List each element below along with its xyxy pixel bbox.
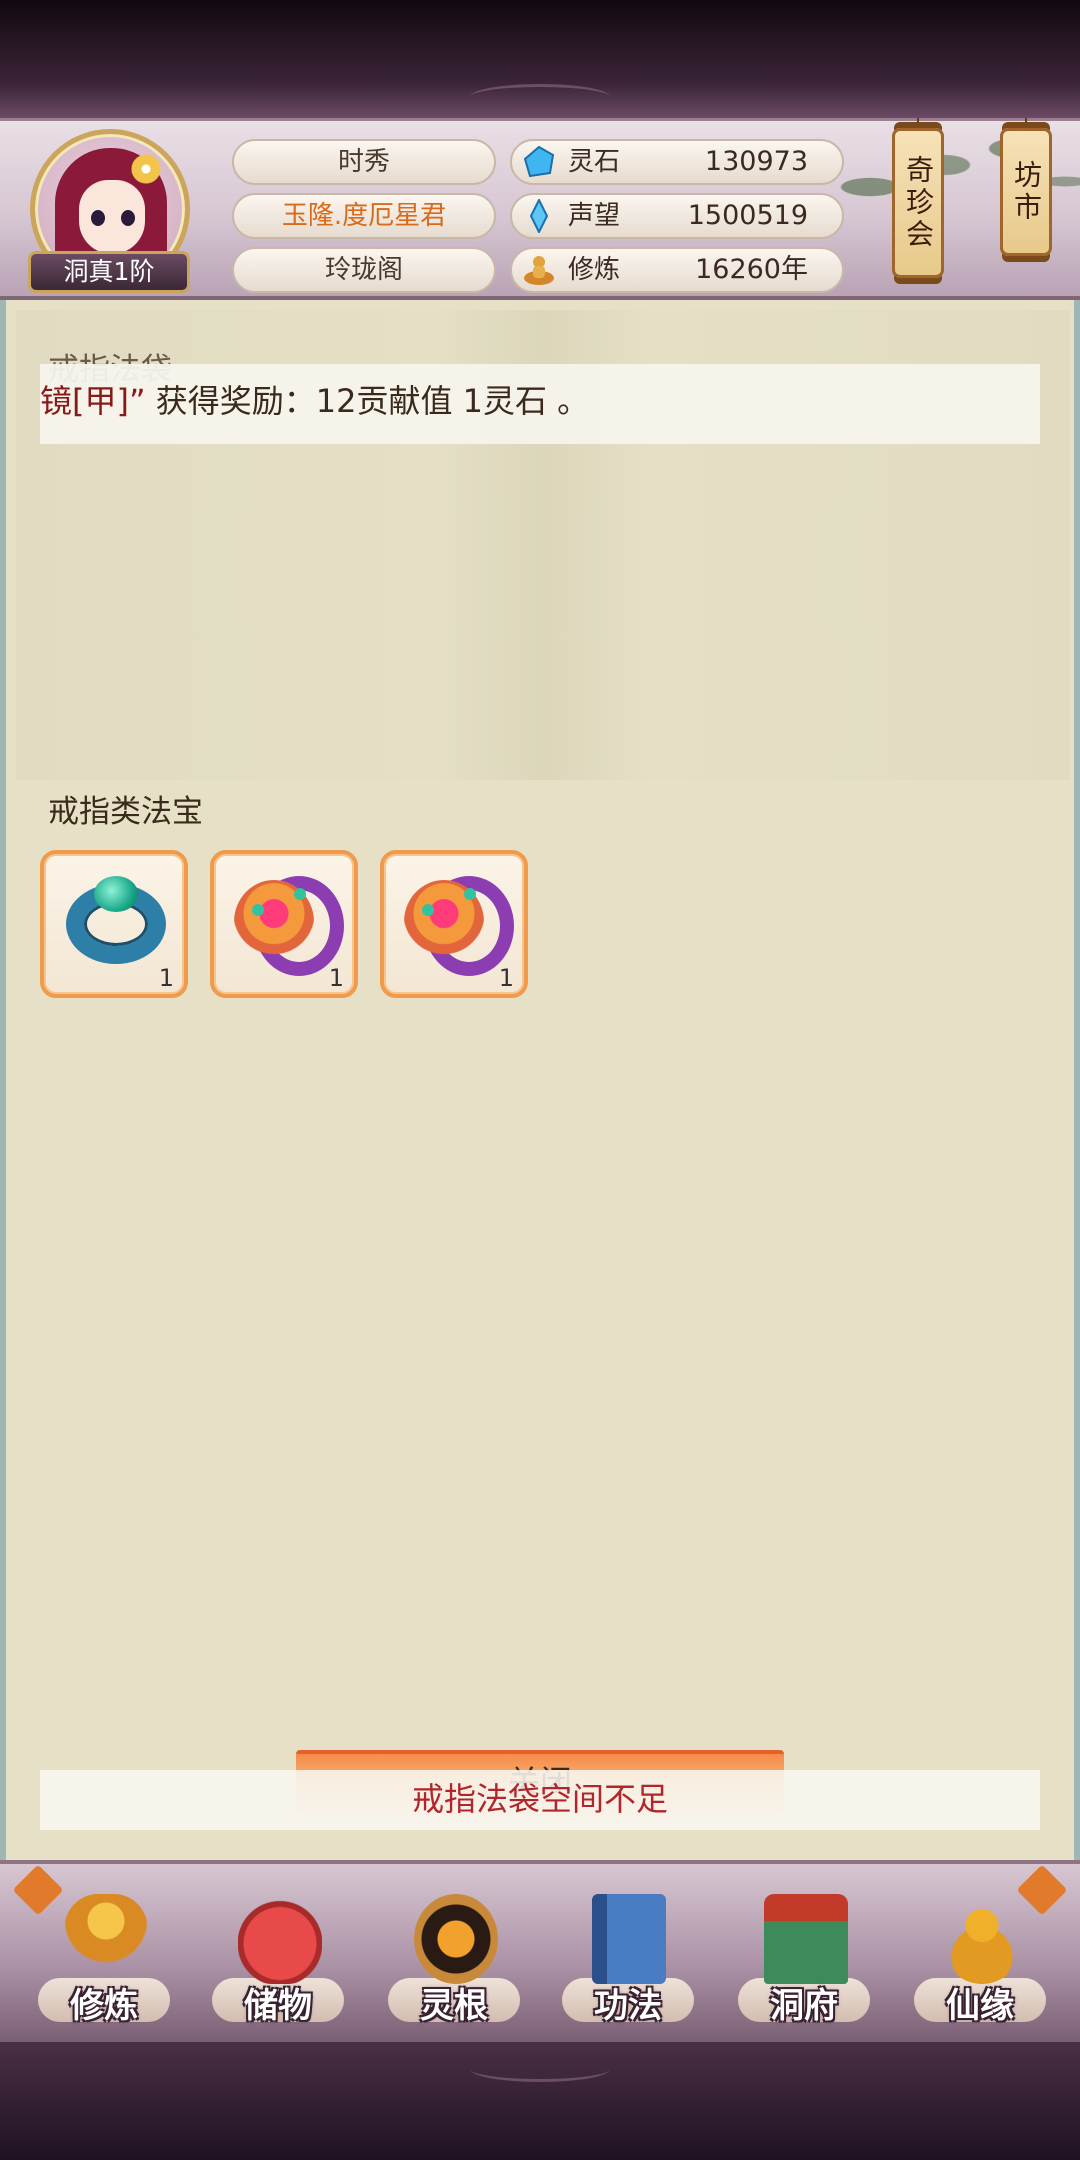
ring-bag-panel: 戒指法袋 戒指类法宝 — [0, 300, 1080, 1860]
reward-notification: 镜[甲]” 获得奖励：12贡献值 1灵石 。 — [40, 364, 1040, 444]
stat-label: 修炼 — [568, 255, 621, 285]
item-quantity: 1 — [498, 964, 514, 992]
ring-item[interactable]: 1 — [210, 850, 358, 998]
market-lantern[interactable]: 坊市 — [1000, 128, 1052, 256]
nav-label: 修炼 — [70, 1986, 138, 2026]
nav-item-storage[interactable]: 储物 — [208, 1884, 348, 2044]
player-name: 时秀 — [232, 139, 496, 185]
treasure-fair-lantern[interactable]: 奇珍会 — [892, 128, 944, 278]
nav-label: 仙缘 — [946, 1986, 1014, 2026]
nav-item-spirit-root[interactable]: 灵根 — [384, 1884, 524, 2044]
nav-label: 储物 — [244, 1986, 312, 2026]
bottom-frame — [0, 2042, 1080, 2160]
storage-bag-icon — [238, 1894, 322, 1984]
nav-item-fate[interactable]: 仙缘 — [910, 1884, 1050, 2044]
ring-item[interactable]: 1 — [40, 850, 188, 998]
nav-item-cultivate[interactable]: 修炼 — [34, 1884, 174, 2044]
bottom-nav: 修炼 储物 灵根 功法 洞府 仙缘 — [0, 1860, 1080, 2042]
notification-highlight: 镜[甲]” — [40, 382, 146, 420]
item-quantity: 1 — [158, 964, 174, 992]
treasure-section-title: 戒指类法宝 — [48, 794, 203, 830]
ring-item[interactable]: 1 — [380, 850, 528, 998]
bottom-ornament — [470, 2056, 610, 2082]
stat-label: 声望 — [568, 201, 621, 231]
book-icon — [592, 1894, 666, 1984]
monk-icon — [64, 1894, 148, 1984]
cave-palace-icon — [764, 1894, 848, 1984]
spirit-stone-icon — [523, 145, 555, 178]
cultivation-meditation-icon — [524, 256, 554, 285]
warning-toast: 戒指法袋空间不足 — [40, 1770, 1040, 1830]
stat-reputation[interactable]: 声望 1500519 — [510, 193, 844, 239]
stat-label: 灵石 — [568, 147, 621, 177]
gourd-icon — [940, 1894, 1024, 1984]
top-ornament — [470, 84, 610, 110]
nav-label: 灵根 — [420, 1986, 488, 2026]
nav-item-cave[interactable]: 洞府 — [734, 1884, 874, 2044]
item-quantity: 1 — [328, 964, 344, 992]
reputation-crystal-icon — [529, 199, 549, 233]
flower-hairpin-icon — [131, 154, 161, 184]
player-title[interactable]: 玉隆.度厄星君 — [232, 193, 496, 239]
notification-text: 获得奖励：12贡献值 1灵石 。 — [145, 382, 590, 420]
stat-value: 1500519 — [687, 200, 808, 231]
spirit-root-icon — [414, 1894, 498, 1984]
nav-label: 洞府 — [770, 1986, 838, 2026]
stat-spirit-stone[interactable]: 灵石 130973 — [510, 139, 844, 185]
nav-item-technique[interactable]: 功法 — [558, 1884, 698, 2044]
stat-value: 130973 — [704, 146, 808, 177]
stat-value: 16260年 — [695, 254, 808, 285]
player-sect[interactable]: 玲珑阁 — [232, 247, 496, 293]
top-frame — [0, 0, 1080, 118]
rank-badge: 洞真1阶 — [28, 251, 190, 293]
stat-cultivation[interactable]: 修炼 16260年 — [510, 247, 844, 293]
nav-label: 功法 — [594, 1986, 662, 2026]
